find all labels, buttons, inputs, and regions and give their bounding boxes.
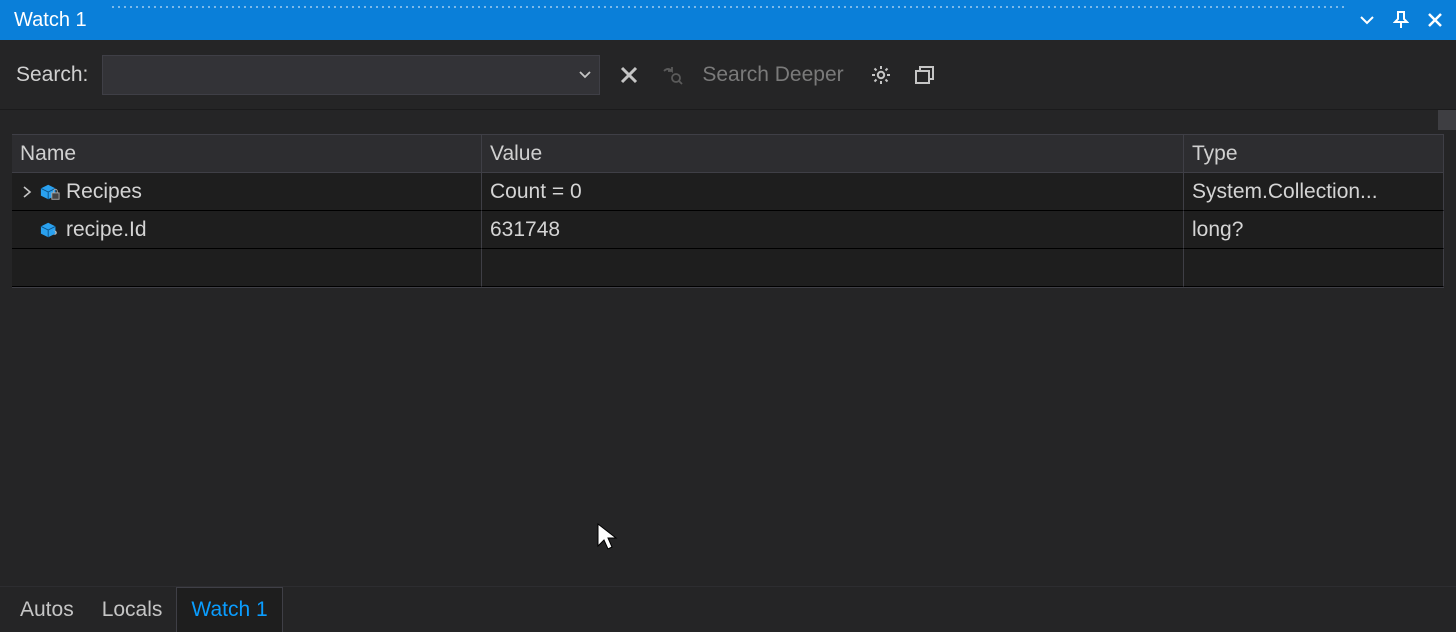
windows-icon[interactable]	[910, 60, 940, 90]
search-deeper-arrow-icon	[658, 60, 688, 90]
search-input[interactable]	[103, 64, 571, 85]
grid-cell-value[interactable]: 631748	[482, 211, 1184, 249]
grid-header-row: Name Value Type	[12, 135, 1444, 173]
cursor-icon	[596, 522, 620, 552]
tab-autos[interactable]: Autos	[6, 587, 88, 632]
grid-cell-value[interactable]: Count = 0	[482, 173, 1184, 211]
grid-area: Name Value Type Recipes	[0, 110, 1456, 586]
debug-tabstrip: Autos Locals Watch 1	[0, 586, 1456, 632]
grid-cell-name[interactable]: Recipes	[12, 173, 482, 211]
tab-watch1[interactable]: Watch 1	[176, 587, 282, 632]
close-icon[interactable]	[1424, 9, 1446, 31]
chevron-down-icon[interactable]	[571, 71, 599, 79]
gear-icon[interactable]	[866, 60, 896, 90]
expand-collapse-icon[interactable]	[20, 185, 34, 199]
search-toolbar: Search: Search Deeper	[0, 40, 1456, 110]
object-member-icon	[40, 221, 60, 239]
grid-cell-type[interactable]: long?	[1184, 211, 1444, 249]
grid-cell-value-empty	[482, 249, 1184, 287]
watch-window: Watch 1 Search: Search D	[0, 0, 1456, 632]
grid-row[interactable]: recipe.Id 631748 long?	[12, 211, 1444, 249]
clear-search-icon[interactable]	[614, 60, 644, 90]
vertical-scrollbar[interactable]	[1438, 110, 1456, 130]
titlebar[interactable]: Watch 1	[0, 0, 1456, 40]
autohide-pin-icon[interactable]	[1390, 9, 1412, 31]
grid-cell-name-empty[interactable]	[12, 249, 482, 287]
grid-empty-row[interactable]	[12, 249, 1444, 287]
titlebar-title: Watch 1	[14, 9, 87, 32]
grid-header-value[interactable]: Value	[482, 135, 1184, 173]
tab-locals[interactable]: Locals	[88, 587, 177, 632]
row-name: Recipes	[66, 180, 142, 204]
search-combo[interactable]	[102, 55, 600, 95]
search-deeper-button[interactable]: Search Deeper	[702, 63, 843, 87]
grid-cell-type-empty	[1184, 249, 1444, 287]
grid-row[interactable]: Recipes Count = 0 System.Collection...	[12, 173, 1444, 211]
row-name: recipe.Id	[66, 218, 147, 242]
grid-header-type[interactable]: Type	[1184, 135, 1444, 173]
grid-header-name[interactable]: Name	[12, 135, 482, 173]
window-position-dropdown-icon[interactable]	[1356, 9, 1378, 31]
object-locked-icon	[40, 183, 60, 201]
grid-cell-type[interactable]: System.Collection...	[1184, 173, 1444, 211]
grid-cell-name[interactable]: recipe.Id	[12, 211, 482, 249]
search-label: Search:	[16, 63, 88, 87]
watch-grid[interactable]: Name Value Type Recipes	[12, 134, 1444, 288]
titlebar-gripper[interactable]	[110, 4, 1346, 10]
